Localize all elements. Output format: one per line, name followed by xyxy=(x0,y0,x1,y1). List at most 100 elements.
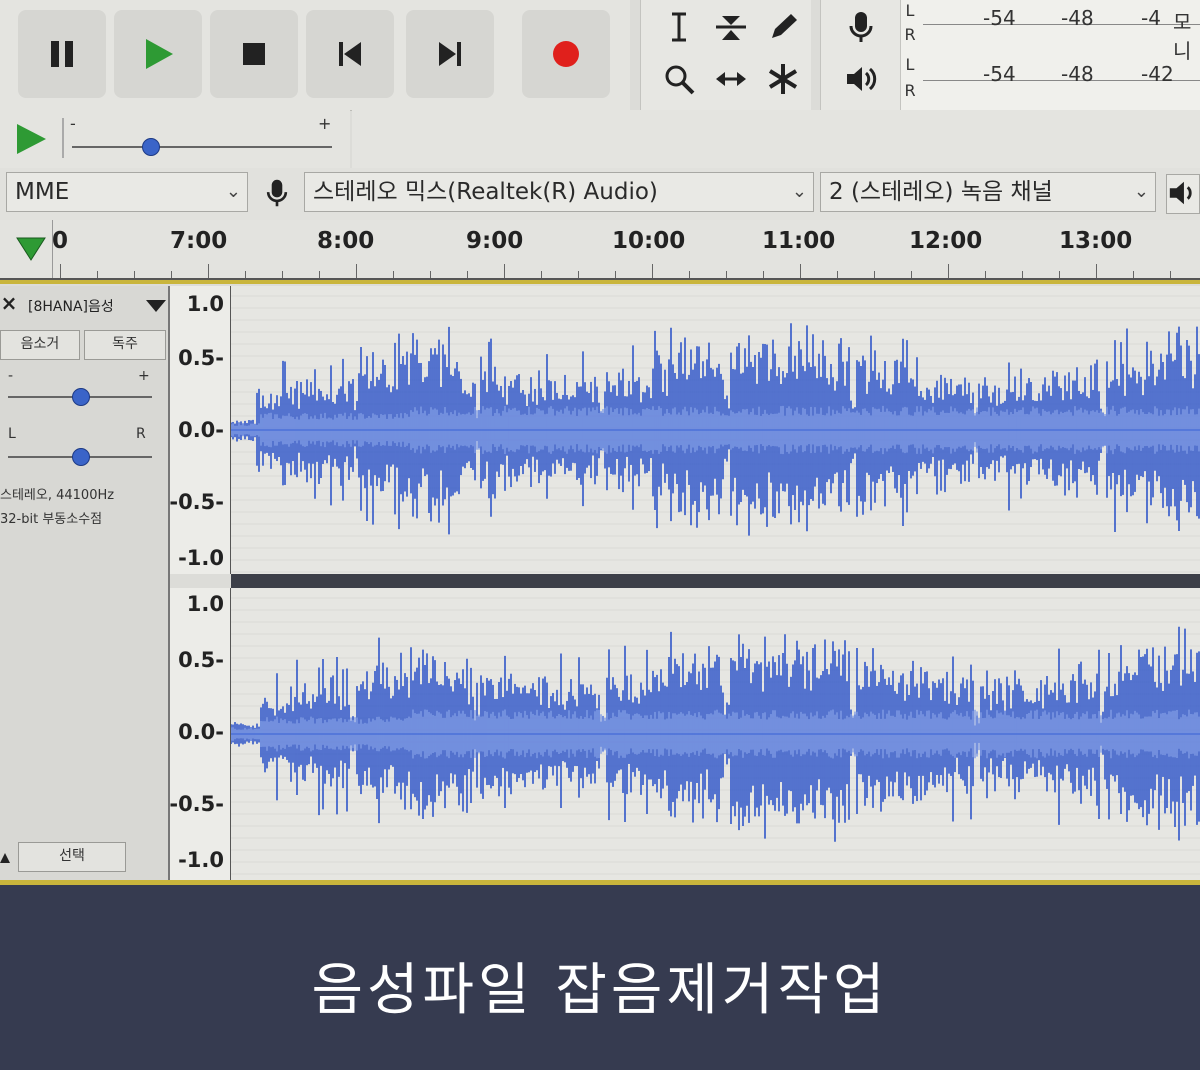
amplitude-scale-left-channel: 1.0 0.5- 0.0- -0.5- -1.0 xyxy=(169,286,231,574)
ruler-tick xyxy=(726,271,727,278)
ruler-label: 9:00 xyxy=(466,228,524,254)
ruler-tick xyxy=(430,271,431,278)
ruler-label: 8:00 xyxy=(317,228,375,254)
speed-minus-label: - xyxy=(70,114,76,133)
ruler-label: 10:00 xyxy=(612,228,686,254)
skip-start-icon xyxy=(339,42,361,66)
record-channel-left: L xyxy=(905,1,915,20)
tools-toolbar xyxy=(640,0,811,110)
ruler-label: 12:00 xyxy=(909,228,983,254)
track-name[interactable]: [8HANA]음성 xyxy=(28,296,114,316)
ruler-label: 0 xyxy=(52,228,69,254)
playback-channel-right: R xyxy=(904,81,916,100)
timeline-options-button[interactable] xyxy=(14,234,48,264)
selection-tool[interactable] xyxy=(653,2,705,52)
ruler-tick xyxy=(948,264,949,278)
waveform-left-svg xyxy=(231,295,1200,573)
recording-channels-value: 2 (스테레오) 녹음 채널 xyxy=(829,179,1053,205)
pan-left-label: L xyxy=(8,426,16,442)
ruler-tick xyxy=(874,271,875,278)
record-tick: -54 xyxy=(983,6,1016,30)
ruler-tick xyxy=(1059,271,1060,278)
mute-button[interactable]: 음소거 xyxy=(0,330,80,360)
ruler-tick xyxy=(134,271,135,278)
record-meter-button[interactable] xyxy=(835,2,887,52)
record-tick: -4 xyxy=(1141,6,1161,30)
speed-slider-knob[interactable] xyxy=(142,138,160,156)
solo-button[interactable]: 독주 xyxy=(84,330,166,360)
asterisk-icon xyxy=(768,64,798,94)
scale-label: 0.0- xyxy=(178,720,224,744)
gain-slider-knob[interactable] xyxy=(72,388,90,406)
ruler-tick xyxy=(171,271,172,278)
ruler-tick xyxy=(763,271,764,278)
scale-label: 0.0- xyxy=(178,418,224,442)
zoom-tool[interactable] xyxy=(653,54,705,104)
skip-to-end-button[interactable] xyxy=(406,10,494,98)
pause-button[interactable] xyxy=(18,10,106,98)
playback-device-select[interactable] xyxy=(1166,174,1200,214)
scale-label: 0.5- xyxy=(178,648,224,672)
draw-tool[interactable] xyxy=(757,2,809,52)
speed-plus-label: + xyxy=(318,114,332,133)
magnifier-icon xyxy=(665,65,695,95)
pan-slider-knob[interactable] xyxy=(72,448,90,466)
skip-to-start-button[interactable] xyxy=(306,10,394,98)
ruler-tick xyxy=(615,271,616,278)
envelope-icon xyxy=(716,16,746,40)
scale-label: 1.0 xyxy=(186,592,224,616)
envelope-tool[interactable] xyxy=(705,2,757,52)
monitor-label[interactable]: 모니 xyxy=(1173,6,1200,64)
play-icon xyxy=(17,124,46,154)
waveform-right-channel[interactable] xyxy=(231,588,1200,880)
close-track-icon[interactable]: × xyxy=(0,292,18,314)
audio-host-select[interactable]: MME ⌄ xyxy=(6,172,248,212)
speed-slider-track[interactable] xyxy=(72,146,332,148)
ruler-tick xyxy=(1133,271,1134,278)
play-button[interactable] xyxy=(114,10,202,98)
divider xyxy=(62,118,64,158)
playback-tick: -42 xyxy=(1141,62,1174,86)
time-shift-tool[interactable] xyxy=(705,54,757,104)
waveform-left-channel[interactable] xyxy=(231,286,1200,574)
record-icon xyxy=(553,41,579,67)
scale-label: 0.5- xyxy=(178,346,224,370)
ruler-tick xyxy=(985,271,986,278)
stop-button[interactable] xyxy=(210,10,298,98)
playback-tick: -54 xyxy=(983,62,1016,86)
ruler-tick xyxy=(356,264,357,278)
track-control-panel: × [8HANA]음성 음소거 독주 - + L R 스테레오, 44100Hz… xyxy=(0,286,170,880)
ruler-tick xyxy=(911,271,912,278)
track-menu-icon[interactable] xyxy=(146,298,166,314)
ruler-tick xyxy=(652,264,653,278)
select-track-button[interactable]: 선택 xyxy=(18,842,126,872)
ruler-label: 11:00 xyxy=(762,228,836,254)
ruler-tick xyxy=(1096,264,1097,278)
microphone-icon xyxy=(849,12,873,42)
playback-meter-button[interactable] xyxy=(835,54,887,104)
channel-separator xyxy=(231,574,1200,588)
pause-icon xyxy=(51,41,73,67)
pencil-icon xyxy=(772,14,797,38)
play-at-speed-toolbar: - + xyxy=(0,110,350,169)
recording-device-select[interactable]: 스테레오 믹스(Realtek(R) Audio) ⌄ xyxy=(304,172,814,212)
collapse-icon[interactable] xyxy=(0,848,10,863)
ruler-label: 7:00 xyxy=(170,228,228,254)
caption-text: 음성파일 잡음제거작업 xyxy=(311,958,889,1023)
chevron-down-icon: ⌄ xyxy=(791,181,807,202)
ruler-tick xyxy=(467,271,468,278)
timeline-ruler[interactable]: 0 7:00 8:00 9:00 10:00 11:00 12:00 13:00 xyxy=(0,220,1200,280)
play-at-speed-button[interactable] xyxy=(14,122,48,156)
recording-channels-select[interactable]: 2 (스테레오) 녹음 채널 ⌄ xyxy=(820,172,1156,212)
ruler-tick xyxy=(1170,271,1171,278)
ruler-tick xyxy=(208,264,209,278)
waveform-right-svg xyxy=(231,597,1200,875)
ruler-tick xyxy=(97,271,98,278)
gain-plus-label: + xyxy=(138,368,150,384)
ruler-tick xyxy=(1022,271,1023,278)
record-button[interactable] xyxy=(522,10,610,98)
record-channel-right: R xyxy=(904,25,916,44)
multi-tool[interactable] xyxy=(757,54,809,104)
ruler-tick xyxy=(800,264,801,278)
ruler-tick xyxy=(393,271,394,278)
